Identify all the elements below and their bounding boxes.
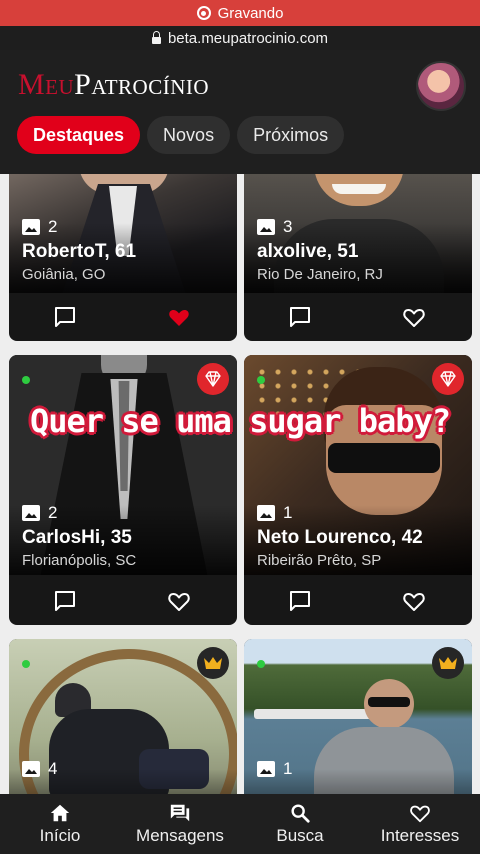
nav-inicio[interactable]: Início [0, 794, 120, 854]
photo-count-value: 2 [48, 217, 58, 236]
chat-icon[interactable] [288, 589, 312, 613]
heart-filled-icon[interactable] [167, 305, 191, 329]
online-indicator [257, 660, 265, 668]
recording-indicator: Gravando [0, 0, 480, 26]
chat-icon[interactable] [288, 305, 312, 329]
tab-proximos[interactable]: Próximos [237, 116, 345, 154]
profile-card[interactable]: 2 RobertoT, 61 Goiânia, GO [9, 174, 237, 341]
image-icon [257, 219, 275, 235]
bottom-nav: Início Mensagens Busca Interesses [0, 794, 480, 854]
brand-logo-part2: Patrocínio [74, 68, 210, 101]
nav-label: Busca [276, 826, 324, 845]
messages-icon [170, 804, 190, 822]
profile-name[interactable]: CarlosHi, 35 [22, 527, 136, 549]
profile-city: Florianópolis, SC [22, 552, 137, 569]
tab-bar: Destaques Novos Próximos [17, 116, 345, 154]
crown-icon [197, 647, 229, 679]
brand-logo-part1: Meu [18, 68, 75, 101]
user-avatar[interactable] [416, 61, 466, 111]
profile-city: Ribeirão Prêto, SP [257, 552, 382, 569]
online-indicator [22, 376, 30, 384]
nav-label: Início [39, 826, 81, 845]
nav-label: Interesses [380, 826, 460, 845]
image-icon [257, 505, 275, 521]
profile-city: Goiânia, GO [22, 266, 106, 283]
overlay-caption: Quer se uma sugar baby? [29, 402, 451, 440]
profile-grid: 2 RobertoT, 61 Goiânia, GO 3 alxolive, 5… [0, 174, 480, 794]
profile-card[interactable]: 2 CarlosHi, 35 Florianópolis, SC [9, 355, 237, 625]
url-text: beta.meupatrocinio.com [167, 29, 329, 47]
tab-destaques[interactable]: Destaques [17, 116, 141, 154]
photo-count: 2 [22, 503, 136, 523]
photo-count-value: 1 [283, 503, 293, 522]
crown-icon [432, 647, 464, 679]
heart-outline-icon[interactable] [402, 589, 426, 613]
photo-count-value: 4 [48, 759, 58, 778]
profile-name[interactable]: Neto Lourenco, 42 [257, 527, 423, 549]
diamond-icon [432, 363, 464, 395]
heart-icon [410, 805, 430, 823]
photo-count: 4 [22, 759, 57, 779]
online-indicator [22, 660, 30, 668]
photo-count: 1 [257, 503, 423, 523]
search-icon [291, 804, 310, 823]
online-indicator [257, 376, 265, 384]
browser-url-bar[interactable]: beta.meupatrocinio.com [0, 26, 480, 50]
heart-outline-icon[interactable] [402, 305, 426, 329]
lock-icon [151, 30, 161, 44]
heart-outline-icon[interactable] [167, 589, 191, 613]
home-icon [50, 804, 70, 822]
photo-count-value: 1 [283, 759, 293, 778]
profile-city: Rio De Janeiro, RJ [257, 266, 383, 283]
app-header: Meu Patrocínio Destaques Novos Próximos [0, 50, 480, 174]
photo-count: 1 [257, 759, 292, 779]
image-icon [257, 761, 275, 777]
image-icon [22, 505, 40, 521]
tab-novos[interactable]: Novos [147, 116, 231, 154]
photo-count-value: 3 [283, 217, 293, 236]
nav-label: Mensagens [136, 826, 224, 845]
image-icon [22, 761, 40, 777]
diamond-icon [197, 363, 229, 395]
profile-card[interactable]: 4 [9, 639, 237, 794]
nav-busca[interactable]: Busca [240, 794, 360, 854]
photo-count-value: 2 [48, 503, 58, 522]
chat-icon[interactable] [53, 589, 77, 613]
chat-icon[interactable] [53, 305, 77, 329]
brand-logo[interactable]: Meu Patrocínio [18, 68, 209, 104]
photo-count: 3 [257, 217, 383, 237]
nav-interesses[interactable]: Interesses [360, 794, 480, 854]
profile-card[interactable]: 1 Neto Lourenco, 42 Ribeirão Prêto, SP [244, 355, 472, 625]
profile-card[interactable]: 1 [244, 639, 472, 794]
image-icon [22, 219, 40, 235]
profile-name[interactable]: alxolive, 51 [257, 241, 383, 263]
profile-name[interactable]: RobertoT, 61 [22, 241, 136, 263]
profile-card[interactable]: 3 alxolive, 51 Rio De Janeiro, RJ [244, 174, 472, 341]
recording-label: Gravando [217, 4, 284, 22]
photo-count: 2 [22, 217, 136, 237]
record-icon [196, 6, 211, 20]
nav-mensagens[interactable]: Mensagens [120, 794, 240, 854]
